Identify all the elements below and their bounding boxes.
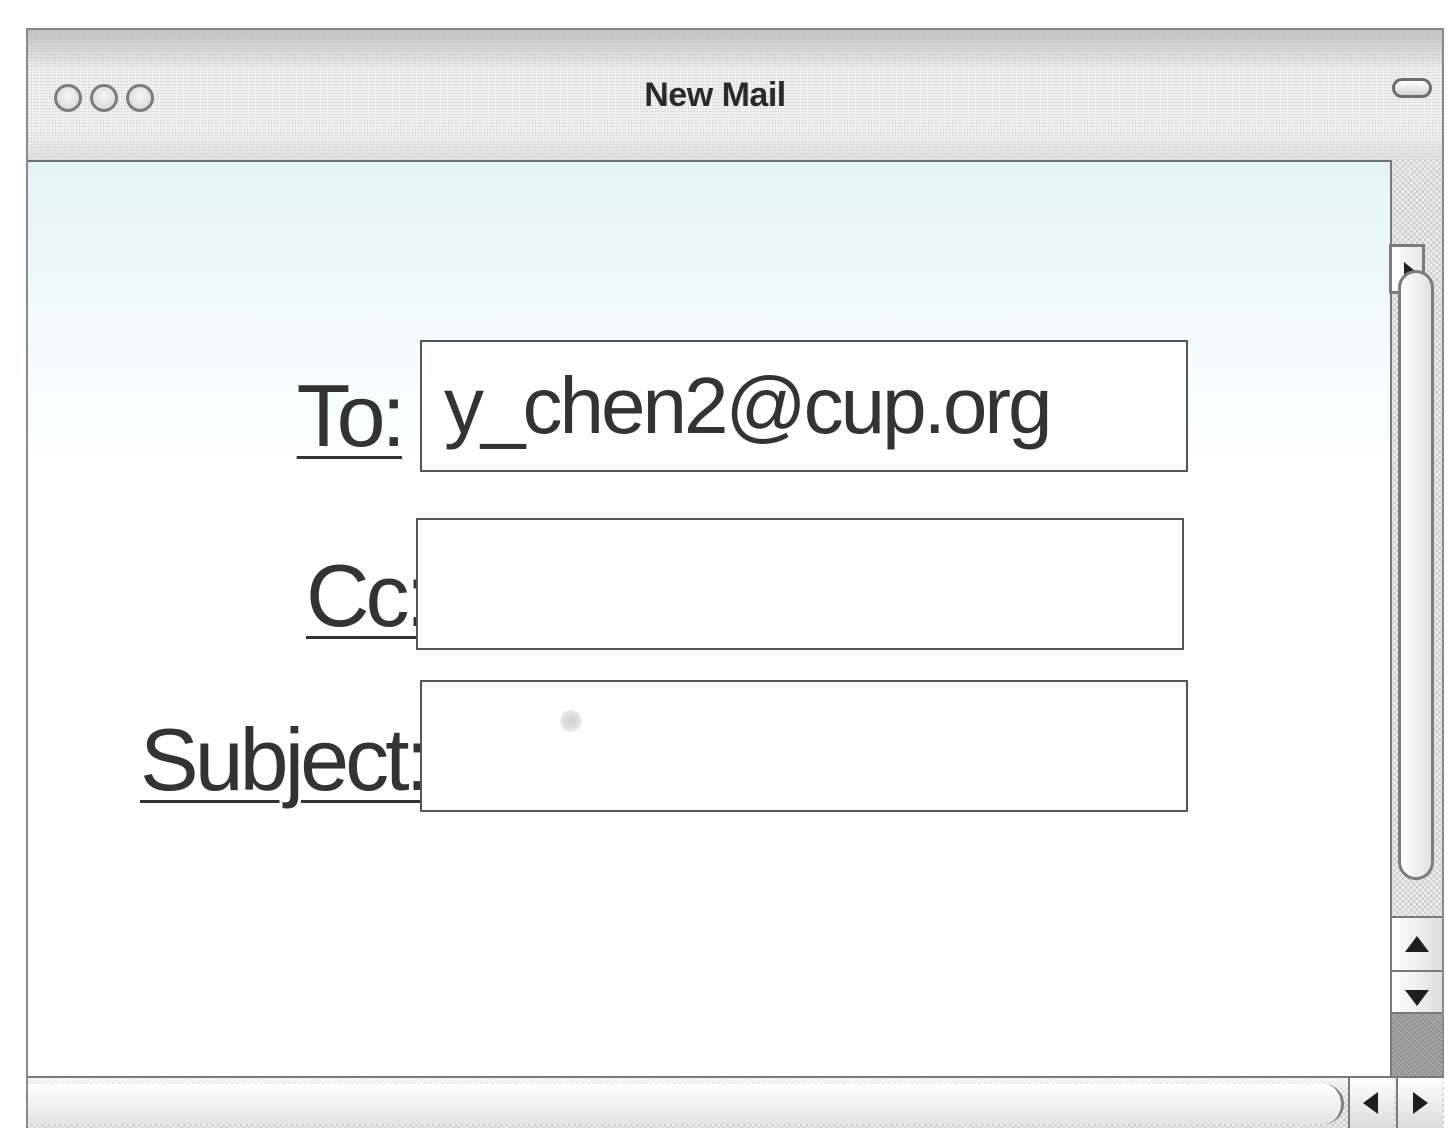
resize-corner[interactable]: [1390, 1012, 1442, 1078]
triangle-right-icon: [1413, 1092, 1428, 1114]
new-mail-window: New Mail To: Cc: Subject:: [26, 28, 1444, 1128]
mail-compose-area: To: Cc: Subject:: [28, 162, 1392, 1078]
to-field[interactable]: [420, 340, 1188, 472]
horizontal-scroll-thumb[interactable]: [28, 1084, 1344, 1124]
title-bar[interactable]: New Mail: [28, 30, 1442, 162]
triangle-up-icon: [1405, 936, 1429, 952]
subject-label[interactable]: Subject:: [140, 716, 430, 804]
cc-field[interactable]: [416, 518, 1184, 650]
triangle-down-icon: [1405, 990, 1429, 1006]
horizontal-scrollbar[interactable]: [28, 1076, 1444, 1128]
toolbar-toggle-icon[interactable]: [1392, 78, 1432, 98]
vertical-scroll-thumb[interactable]: [1398, 270, 1434, 880]
vertical-scrollbar[interactable]: [1389, 160, 1442, 1078]
scroll-right-button[interactable]: [1396, 1078, 1442, 1128]
triangle-left-icon: [1363, 1092, 1378, 1114]
cursor-dot-icon: [560, 710, 582, 732]
window-title: New Mail: [644, 76, 786, 114]
subject-field[interactable]: [420, 680, 1188, 812]
screen: New Mail To: Cc: Subject:: [0, 0, 1455, 1133]
scroll-up-button[interactable]: [1392, 916, 1442, 970]
cc-label[interactable]: Cc:: [306, 552, 430, 640]
scroll-left-button[interactable]: [1348, 1078, 1394, 1128]
to-label[interactable]: To:: [297, 372, 406, 460]
